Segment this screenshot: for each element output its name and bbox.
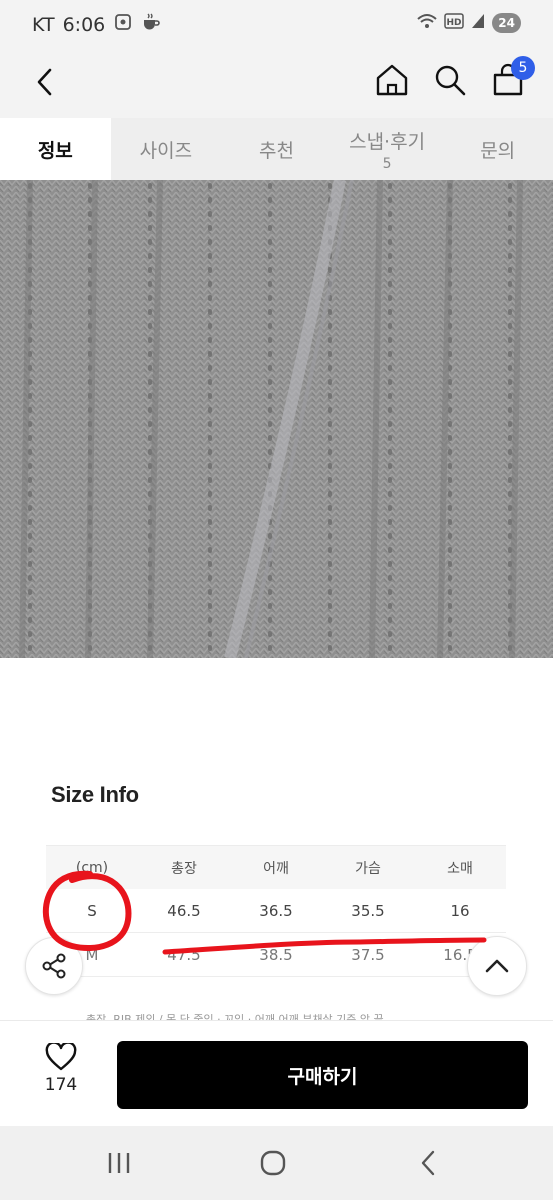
table-cell: 38.5 — [259, 945, 293, 964]
size-table-header: (cm) 총장 어깨 가슴 소매 — [46, 845, 506, 889]
table-cell: 16 — [450, 901, 470, 920]
tab-label: 문의 — [480, 139, 516, 162]
search-icon — [435, 65, 466, 96]
status-left: KT 6:06 — [32, 12, 161, 37]
heart-icon — [45, 1043, 77, 1071]
time-label: 6:06 — [62, 13, 106, 36]
tab-label: 정보 — [37, 139, 73, 162]
tab-inquiry[interactable]: 문의 — [442, 118, 553, 180]
table-cell: 35.5 — [351, 901, 385, 920]
tab-recommend[interactable]: 추천 — [221, 118, 332, 180]
recent-apps-icon — [108, 1153, 130, 1173]
header-cell: 어깨 — [263, 860, 289, 877]
screenshot-icon — [113, 12, 133, 37]
home-button[interactable] — [373, 58, 411, 102]
scroll-top-button[interactable] — [467, 936, 527, 996]
wifi-icon — [416, 12, 438, 34]
home-circle-icon — [260, 1150, 286, 1176]
system-back-button[interactable] — [408, 1146, 448, 1180]
share-icon — [42, 953, 66, 979]
system-nav-bar — [0, 1126, 553, 1200]
table-cell: 46.5 — [167, 901, 201, 920]
size-label-cell: S — [87, 901, 97, 920]
table-cell: 36.5 — [259, 901, 293, 920]
top-nav-bar: 5 — [0, 50, 553, 118]
tab-label: 스냅·후기 — [349, 130, 426, 153]
carrier-label: KT — [32, 13, 55, 36]
tab-size[interactable]: 사이즈 — [111, 118, 222, 180]
table-row: M 47.5 38.5 37.5 16.5 — [46, 933, 506, 977]
nav-icons: 5 — [373, 56, 535, 102]
buy-button[interactable]: 구매하기 — [117, 1041, 528, 1109]
header-cell: 소매 — [447, 860, 473, 877]
chevron-up-icon — [485, 959, 509, 973]
back-button[interactable] — [28, 64, 60, 100]
like-count: 174 — [44, 1075, 78, 1095]
home-icon — [376, 64, 408, 96]
system-back-icon — [421, 1150, 435, 1176]
table-cell: 47.5 — [167, 945, 201, 964]
status-bar: KT 6:06 HD 24 — [0, 0, 553, 50]
home-system-button[interactable] — [253, 1146, 293, 1180]
battery-icon: 24 — [492, 13, 521, 33]
recent-apps-button[interactable] — [99, 1146, 139, 1180]
svg-text:HD: HD — [447, 18, 462, 28]
tab-info[interactable]: 정보 — [0, 118, 111, 180]
header-cell: (cm) — [75, 859, 109, 876]
coffee-icon — [141, 12, 161, 37]
tab-review-count: 5 — [382, 155, 392, 172]
table-cell: 37.5 — [351, 945, 385, 964]
header-cell: 가슴 — [355, 860, 381, 877]
size-table: (cm) 총장 어깨 가슴 소매 S 46.5 36.5 35.5 16 M 4… — [46, 845, 506, 977]
tab-label: 사이즈 — [139, 139, 193, 162]
status-right: HD 24 — [416, 12, 521, 34]
cart-count-badge: 5 — [511, 56, 535, 80]
like-button[interactable]: 174 — [30, 1043, 92, 1107]
search-button[interactable] — [431, 58, 469, 102]
back-arrow-icon — [37, 68, 52, 96]
tab-label: 추천 — [259, 139, 294, 162]
header-cell: 총장 — [171, 860, 197, 877]
share-button[interactable] — [25, 937, 83, 995]
product-detail-image — [0, 180, 553, 658]
cart-button[interactable]: 5 — [489, 56, 535, 102]
hd-icon: HD — [444, 13, 465, 33]
tab-snap-review[interactable]: 스냅·후기 5 — [332, 118, 443, 180]
section-tabs: 정보 사이즈 추천 스냅·후기 5 문의 — [0, 118, 553, 180]
signal-icon — [470, 12, 486, 34]
table-row: S 46.5 36.5 35.5 16 — [46, 889, 506, 933]
size-info-title: Size Info — [51, 782, 139, 807]
bottom-action-bar: 174 구매하기 — [0, 1020, 553, 1126]
